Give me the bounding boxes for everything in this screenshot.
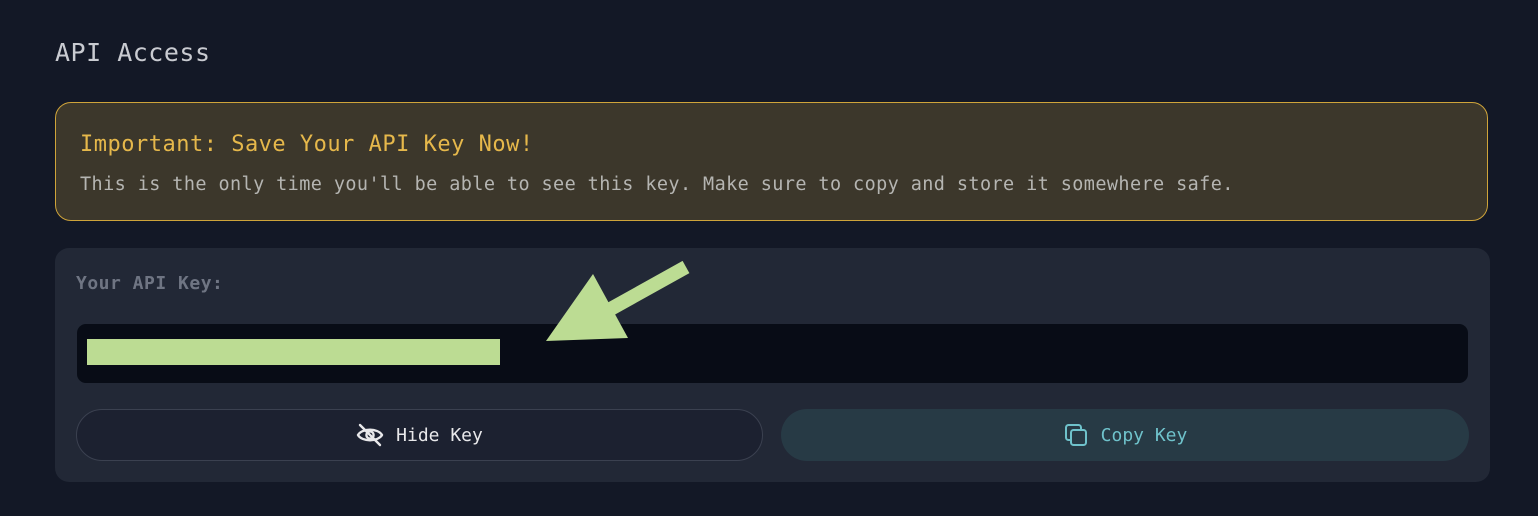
warning-banner: Important: Save Your API Key Now! This i… xyxy=(55,102,1488,221)
api-key-label: Your API Key: xyxy=(76,273,224,294)
api-key-panel: Your API Key: Hide Key Copy Key xyxy=(55,248,1490,482)
eye-off-icon xyxy=(356,423,384,447)
api-access-page: API Access Important: Save Your API Key … xyxy=(0,0,1538,516)
warning-message: This is the only time you'll be able to … xyxy=(80,174,1234,195)
api-key-field[interactable] xyxy=(77,324,1468,383)
copy-icon xyxy=(1063,422,1089,448)
copy-key-label: Copy Key xyxy=(1100,424,1188,446)
redaction-bar xyxy=(87,339,500,365)
hide-key-label: Hide Key xyxy=(396,424,483,446)
copy-key-button[interactable]: Copy Key xyxy=(781,409,1469,461)
hide-key-button[interactable]: Hide Key xyxy=(76,409,763,461)
section-title: API Access xyxy=(55,38,211,67)
warning-title: Important: Save Your API Key Now! xyxy=(80,132,534,157)
